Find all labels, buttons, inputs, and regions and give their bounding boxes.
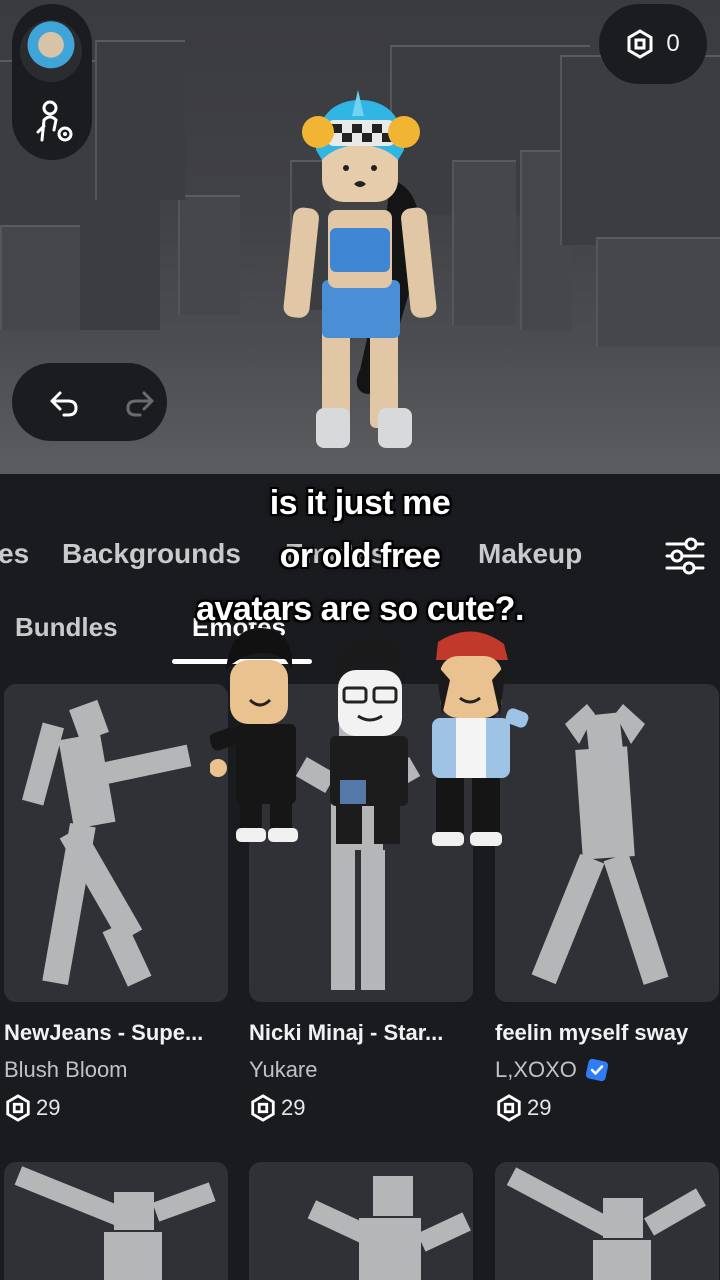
scene-block [95,40,185,200]
emote-pose-silhouette [506,1167,706,1280]
item-name: feelin myself sway [495,1020,689,1045]
item-price: 29 [495,1094,551,1122]
item-creator[interactable]: L,XOXO [495,1057,609,1083]
item-thumbnail [249,1162,473,1280]
robux-icon [497,1094,521,1122]
avatars-sticker [210,628,529,846]
emote-pose-silhouette [14,1166,216,1280]
avatar-settings-icon[interactable] [34,100,74,144]
creator-name: Yukare [249,1057,318,1082]
avatar-thumbnail[interactable] [20,20,82,82]
caption-line-2: or old free [279,537,441,575]
item-name: NewJeans - Supe... [4,1020,204,1045]
verified-badge-icon [585,1058,609,1082]
price-value: 29 [527,1095,552,1120]
item-price: 29 [4,1094,60,1122]
avatar-character[interactable] [270,90,450,460]
item-name: Nicki Minaj - Star... [249,1020,444,1045]
robux-icon [6,1094,30,1122]
caption-line-3: avatars are so cute?. [196,590,524,628]
item-price: 29 [249,1094,305,1122]
price-value: 29 [281,1095,306,1120]
price-value: 29 [36,1095,61,1120]
creator-name: L,XOXO [495,1057,577,1082]
avatar-menu-pill [12,4,92,160]
robux-icon [627,29,653,59]
scene-block [178,195,240,315]
robux-icon [251,1094,275,1122]
undo-redo-pill [12,363,167,441]
item-creator[interactable]: Blush Bloom [4,1057,128,1083]
item-creator[interactable]: Yukare [249,1057,318,1083]
undo-icon[interactable] [48,387,80,419]
scene-block [596,237,720,347]
item-thumbnail [4,684,228,1002]
redo-icon[interactable] [124,387,156,419]
scene-block [0,225,80,330]
scene-block [452,160,516,325]
robux-amount: 0 [666,30,680,57]
item-thumbnail [495,1162,719,1280]
creator-name: Blush Bloom [4,1057,128,1082]
caption-line-1: is it just me [269,484,451,522]
avatar-viewport[interactable]: 0 [0,0,720,474]
item-thumbnail [4,1162,228,1280]
emote-pose-silhouette [307,1176,471,1280]
robux-balance-button[interactable]: 0 [599,4,707,84]
emote-pose-silhouette [22,699,192,987]
